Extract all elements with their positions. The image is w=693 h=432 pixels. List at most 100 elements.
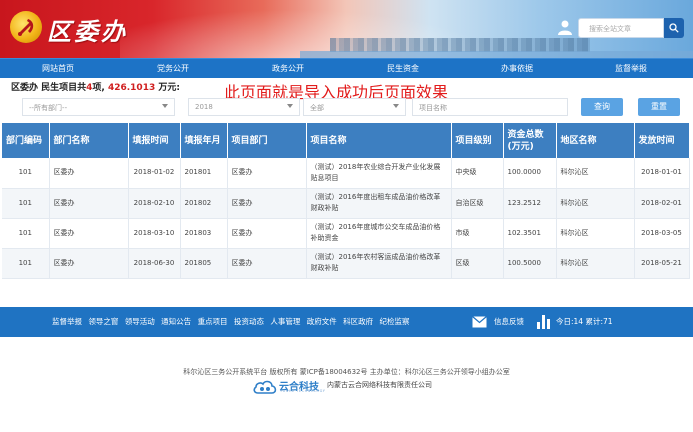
banner-skyline	[330, 38, 590, 52]
footer-link[interactable]: 人事管理	[270, 317, 300, 326]
main-nav: 网站首页 党务公开 政务公开 民生资金 办事依据 监督举报	[0, 58, 693, 78]
table-cell: 区委办	[49, 218, 129, 249]
footer-bar: 监督举报 领导之窗 领导活动 通知公告 重点项目 投资动态 人事管理 政府文件 …	[0, 307, 693, 337]
table-row[interactable]: 101 区委办 2018-02-10 201802 区委办 （测试）2016年度…	[2, 188, 690, 219]
level-select[interactable]: 全部	[303, 98, 406, 116]
table-cell: 区级	[451, 248, 504, 279]
column-header[interactable]: 填报年月	[180, 123, 228, 158]
mail-icon[interactable]	[472, 316, 487, 328]
table-cell: 201805	[180, 248, 228, 279]
column-header[interactable]: 地区名称	[556, 123, 635, 158]
project-table: 部门编码 部门名称 填报时间 填报年月 项目部门 项目名称 项目级别 资金总数(…	[2, 123, 690, 279]
footer-link[interactable]: 领导之窗	[88, 317, 118, 326]
table-cell: 100.0000	[503, 158, 557, 189]
search-button[interactable]	[664, 18, 684, 38]
department-select-value: --所有部门--	[29, 104, 68, 112]
table-cell: 区委办	[227, 188, 307, 219]
copyright-text: 科尔沁区三务公开系统平台 版权所有 蒙ICP备18004632号 主办单位：科尔…	[183, 368, 510, 376]
table-cell: 102.3501	[503, 218, 557, 249]
visit-stats: 今日:14 累计:71	[556, 317, 613, 326]
footer-link[interactable]: 纪检监察	[380, 317, 410, 326]
footer-link[interactable]: 科区政府	[343, 317, 373, 326]
footer-link[interactable]: 通知公告	[161, 317, 191, 326]
header-banner: 区委办 搜索全站文章	[0, 0, 693, 58]
search-icon	[669, 23, 679, 33]
nav-item-procedures[interactable]: 办事依据	[477, 59, 557, 78]
query-button[interactable]: 查询	[581, 98, 623, 116]
summary-amount: 426.1013	[107, 83, 156, 93]
table-cell: 自治区级	[451, 188, 504, 219]
table-cell: （测试）2016年农村客运成品油价格改革财政补贴	[306, 248, 452, 279]
department-select[interactable]: --所有部门--	[22, 98, 175, 116]
year-select[interactable]: 2018	[188, 98, 300, 116]
summary-suffix: 万元:	[158, 83, 180, 93]
level-select-value: 全部	[310, 104, 324, 112]
column-header[interactable]: 发放时间	[634, 123, 690, 158]
project-summary: 区委办 民生项目共4项, 426.1013 万元:	[11, 80, 180, 93]
feedback-link[interactable]: 信息反馈	[494, 307, 524, 337]
table-cell: 区委办	[227, 248, 307, 279]
banner-water	[300, 51, 693, 58]
chevron-down-icon	[162, 104, 168, 108]
table-cell: 201803	[180, 218, 228, 249]
table-cell: 101	[2, 188, 50, 219]
table-cell: 区委办	[49, 158, 129, 189]
table-cell: 2018-02-10	[128, 188, 181, 219]
table-cell: 中央级	[451, 158, 504, 189]
column-header[interactable]: 部门名称	[49, 123, 129, 158]
column-header[interactable]: 资金总数(万元)	[503, 123, 557, 158]
footer-link[interactable]: 投资动态	[234, 317, 264, 326]
site-logo-text[interactable]: 区委办	[47, 12, 128, 47]
table-cell: 区委办	[227, 218, 307, 249]
table-header-row: 部门编码 部门名称 填报时间 填报年月 项目部门 项目名称 项目级别 资金总数(…	[2, 123, 690, 158]
column-header[interactable]: 部门编码	[2, 123, 50, 158]
table-row[interactable]: 101 区委办 2018-03-10 201803 区委办 （测试）2016年度…	[2, 218, 690, 249]
project-name-placeholder: 项目名称	[419, 104, 447, 112]
table-cell: 2018-01-01	[634, 158, 690, 189]
nav-item-home[interactable]: 网站首页	[18, 59, 98, 78]
table-cell: 2018-05-21	[634, 248, 690, 279]
user-icon[interactable]	[557, 19, 573, 35]
footer-link[interactable]: 重点项目	[198, 317, 228, 326]
column-header[interactable]: 项目级别	[451, 123, 504, 158]
column-header[interactable]: 填报时间	[128, 123, 181, 158]
bar-chart-icon	[537, 315, 550, 329]
table-cell: 科尔沁区	[556, 158, 635, 189]
column-header[interactable]: 项目名称	[306, 123, 452, 158]
table-cell: 2018-03-05	[634, 218, 690, 249]
table-cell: （测试）2016年度出租车成品油价格改革财政补贴	[306, 188, 452, 219]
table-cell: 区委办	[49, 188, 129, 219]
footer-link[interactable]: 政府文件	[307, 317, 337, 326]
column-header[interactable]: 项目部门	[227, 123, 307, 158]
reset-button[interactable]: 重置	[638, 98, 680, 116]
nav-item-party-affairs[interactable]: 党务公开	[133, 59, 213, 78]
table-cell: （测试）2018年农业综合开发产业化发展贴息项目	[306, 158, 452, 189]
table-cell: 201801	[180, 158, 228, 189]
summary-prefix: 区委办 民生项目共	[11, 83, 87, 93]
project-name-input[interactable]: 项目名称	[412, 98, 568, 116]
nav-item-livelihood-funds[interactable]: 民生资金	[363, 59, 443, 78]
nav-item-government-affairs[interactable]: 政务公开	[248, 59, 328, 78]
brand-english-name: YUNHE TECHNOLOGY	[280, 389, 326, 393]
search-input[interactable]: 搜索全站文章	[578, 18, 664, 38]
nav-item-report[interactable]: 监督举报	[591, 59, 671, 78]
table-cell: 201802	[180, 188, 228, 219]
table-cell: 市级	[451, 218, 504, 249]
footer-links: 监督举报 领导之窗 领导活动 通知公告 重点项目 投资动态 人事管理 政府文件 …	[52, 307, 414, 337]
table-cell: 2018-06-30	[128, 248, 181, 279]
table-cell: 101	[2, 248, 50, 279]
table-row[interactable]: 101 区委办 2018-06-30 201805 区委办 （测试）2016年农…	[2, 248, 690, 279]
table-cell: 2018-01-02	[128, 158, 181, 189]
table-cell: 123.2512	[503, 188, 557, 219]
table-row[interactable]: 101 区委办 2018-01-02 201801 区委办 （测试）2018年农…	[2, 158, 690, 189]
table-cell: 科尔沁区	[556, 218, 635, 249]
chevron-down-icon	[393, 104, 399, 108]
footer-link[interactable]: 监督举报	[52, 317, 82, 326]
summary-middle: 项,	[92, 83, 105, 93]
company-name: 内蒙古云合网络科技有限责任公司	[327, 381, 432, 389]
table-cell: 100.5000	[503, 248, 557, 279]
table-cell: 科尔沁区	[556, 188, 635, 219]
table-cell: 101	[2, 158, 50, 189]
footer-link[interactable]: 领导活动	[125, 317, 155, 326]
table-cell: 2018-03-10	[128, 218, 181, 249]
